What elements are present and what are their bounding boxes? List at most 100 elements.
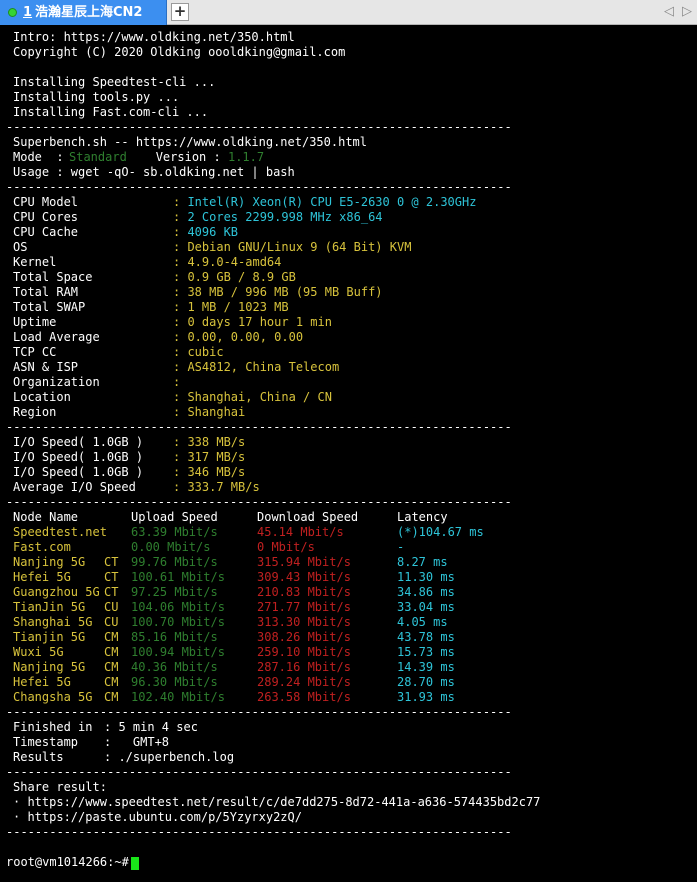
divider: ----------------------------------------… <box>6 765 512 779</box>
speed-row: Nanjing 5G CM 40.36 Mbit/s 287.16 Mbit/s 14.… <box>13 660 693 675</box>
green-circle-icon <box>8 8 17 17</box>
speed-download: 271.77 Mbit/s <box>257 600 351 614</box>
add-tab-button[interactable]: + <box>171 3 189 21</box>
speed-latency: 43.78 ms <box>397 630 455 644</box>
divider: ----------------------------------------… <box>6 495 512 509</box>
speed-latency: - <box>397 540 405 554</box>
sysinfo-label: ASN & ISP <box>13 360 79 374</box>
speed-upload: 0.00 Mbit/s <box>131 540 211 554</box>
sysinfo-value: 38 MB / 996 MB (95 MB Buff) <box>187 285 383 299</box>
sysinfo-row: ASN & ISP: AS4812, China Telecom <box>13 360 339 375</box>
colon: : <box>173 390 188 404</box>
sysinfo-value: 0.00, 0.00, 0.00 <box>187 330 304 344</box>
sysinfo-label: Load Average <box>13 330 100 344</box>
speed-isp: CM <box>104 630 119 644</box>
speed-upload: 102.40 Mbit/s <box>131 690 225 704</box>
banner-line: Superbench.sh -- https://www.oldking.net… <box>13 135 368 149</box>
sysinfo-value: 4.9.0-4-amd64 <box>187 255 282 269</box>
colon: : <box>173 360 188 374</box>
sysinfo-value: AS4812, China Telecom <box>187 360 340 374</box>
speed-download: 0 Mbit/s <box>257 540 315 554</box>
divider: ----------------------------------------… <box>6 705 512 719</box>
sysinfo-row: Organization: <box>13 375 187 390</box>
sysinfo-row: CPU Model: Intel(R) Xeon(R) CPU E5-2630 … <box>13 195 476 210</box>
sysinfo-row: Region: Shanghai <box>13 405 245 420</box>
speed-download: 45.14 Mbit/s <box>257 525 344 539</box>
speed-download: 259.10 Mbit/s <box>257 645 351 659</box>
sysinfo-value: 2 Cores 2299.998 MHz x86_64 <box>187 210 383 224</box>
divider: ----------------------------------------… <box>6 120 512 134</box>
speed-isp: CM <box>104 645 119 659</box>
sysinfo-row: OS: Debian GNU/Linux 9 (64 Bit) KVM <box>13 240 411 255</box>
speed-isp: CU <box>104 615 119 629</box>
speed-row: Nanjing 5G CT 99.76 Mbit/s 315.94 Mbit/s 8.2… <box>13 555 693 570</box>
sysinfo-label: CPU Cache <box>13 225 79 239</box>
sysinfo-label: Total SWAP <box>13 300 86 314</box>
sysinfo-value: 0.9 GB / 8.9 GB <box>187 270 296 284</box>
speed-upload: 63.39 Mbit/s <box>131 525 218 539</box>
result-label: Finished in <box>13 720 93 734</box>
speed-row: Speedtest.net 63.39 Mbit/s 45.14 Mbit/s (*)… <box>13 525 693 540</box>
colon: : <box>173 375 188 389</box>
speed-latency: 4.05 ms <box>397 615 448 629</box>
result-value: : 5 min 4 sec <box>104 720 198 734</box>
speed-upload: 96.30 Mbit/s <box>131 675 218 689</box>
sysinfo-label: Uptime <box>13 315 57 329</box>
speed-row: Guangzhou 5G CT 97.25 Mbit/s 210.83 Mbit/s 3… <box>13 585 693 600</box>
prev-tab-icon[interactable]: ◁ <box>664 4 674 20</box>
sysinfo-value: Shanghai <box>187 405 246 419</box>
speed-isp: CM <box>104 660 119 674</box>
colon: : <box>173 480 188 494</box>
copyright-line: Copyright (C) 2020 Oldking oooldking@gma… <box>13 45 346 59</box>
colon: : <box>173 270 188 284</box>
mode-label: Mode : <box>13 150 64 164</box>
speed-upload: 100.94 Mbit/s <box>131 645 225 659</box>
sysinfo-row: Location: Shanghai, China / CN <box>13 390 332 405</box>
session-tab[interactable]: 1 浩瀚星辰上海CN2 <box>0 0 167 25</box>
header-latency: Latency <box>397 510 448 524</box>
installing-line: Installing Speedtest-cli ... <box>13 75 216 89</box>
share-link: · https://www.speedtest.net/result/c/de7… <box>13 795 541 809</box>
sysinfo-label: CPU Model <box>13 195 79 209</box>
shell-prompt: root@vm1014266:~# <box>6 855 129 869</box>
speed-row: Changsha 5G CM 102.40 Mbit/s 263.58 Mbit/s 3… <box>13 690 693 705</box>
io-value: 317 MB/s <box>187 450 246 464</box>
speed-row: Wuxi 5G CM 100.94 Mbit/s 259.10 Mbit/s 15.73… <box>13 645 693 660</box>
speed-download: 309.43 Mbit/s <box>257 570 351 584</box>
speed-node: Fast.com <box>13 540 71 554</box>
sysinfo-value: Shanghai, China / CN <box>187 390 332 404</box>
sysinfo-row: Total RAM: 38 MB / 996 MB (95 MB Buff) <box>13 285 383 300</box>
sysinfo-value: Intel(R) Xeon(R) CPU E5-2630 0 @ 2.30GHz <box>187 195 477 209</box>
terminal-output[interactable]: Intro: https://www.oldking.net/350.html C… <box>0 25 697 882</box>
colon: : <box>173 195 188 209</box>
usage-line: Usage : wget -qO- sb.oldking.net | bash <box>13 165 295 179</box>
sysinfo-label: Location <box>13 390 71 404</box>
speed-isp: CM <box>104 675 119 689</box>
result-row: Finished in : 5 min 4 sec <box>13 720 198 735</box>
terminal-cursor <box>131 857 139 870</box>
speed-row: TianJin 5G CU 104.06 Mbit/s 271.77 Mbit/s 33… <box>13 600 693 615</box>
tab-title: 浩瀚星辰上海CN2 <box>35 5 143 20</box>
io-value: 346 MB/s <box>187 465 246 479</box>
result-label: Results <box>13 750 64 764</box>
share-title: Share result: <box>13 780 107 794</box>
speed-latency: 15.73 ms <box>397 645 455 659</box>
next-tab-icon[interactable]: ▷ <box>682 4 692 20</box>
speed-latency: 31.93 ms <box>397 690 455 704</box>
speed-isp: CU <box>104 600 119 614</box>
io-row: Average I/O Speed: 333.7 MB/s <box>13 480 260 495</box>
speed-upload: 100.70 Mbit/s <box>131 615 225 629</box>
colon: : <box>173 210 188 224</box>
io-label: I/O Speed( 1.0GB ) <box>13 435 144 449</box>
share-link: · https://paste.ubuntu.com/p/5Yzyrxy2zQ/ <box>13 810 302 824</box>
io-row: I/O Speed( 1.0GB ): 346 MB/s <box>13 465 245 480</box>
colon: : <box>173 240 188 254</box>
version-label: Version : <box>155 150 221 164</box>
io-label: I/O Speed( 1.0GB ) <box>13 450 144 464</box>
speed-download: 313.30 Mbit/s <box>257 615 351 629</box>
speed-node: Hefei 5G <box>13 675 71 689</box>
divider: ----------------------------------------… <box>6 420 512 434</box>
speed-row: Tianjin 5G CM 85.16 Mbit/s 308.26 Mbit/s 43.… <box>13 630 693 645</box>
